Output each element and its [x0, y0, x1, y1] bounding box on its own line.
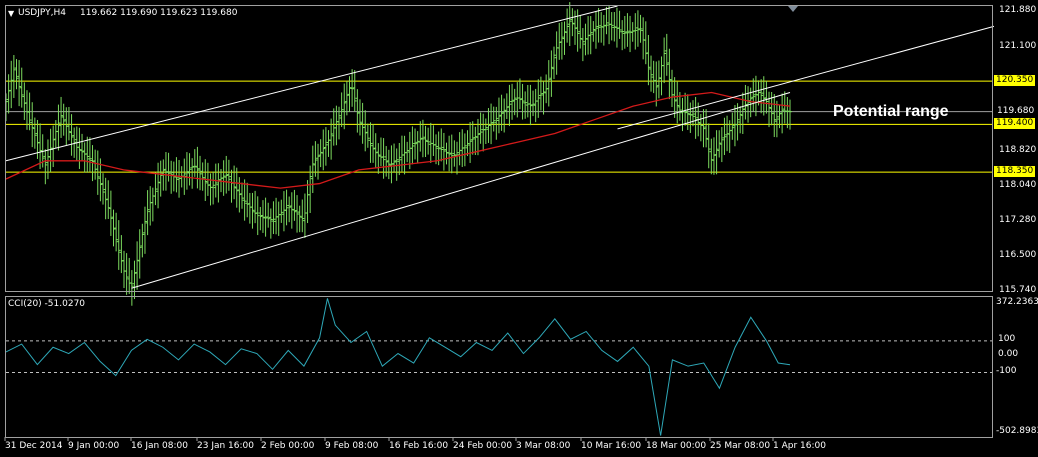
price-tick-label: 115.740 [999, 285, 1037, 295]
level-label: 118.350 [994, 166, 1036, 178]
cci-level-minus100: -100 [996, 366, 1017, 376]
price-tick-label: 118.820 [999, 144, 1037, 155]
symbol-label: USDJPY,H4 [18, 8, 66, 18]
time-tick-label: 3 Mar 08:00 [516, 441, 571, 451]
price-tick-label: 118.040 [999, 180, 1037, 191]
price-tick-label: 116.500 [999, 250, 1037, 261]
cci-max-label: 372.2363 [996, 297, 1038, 307]
level-label: 119.680 [997, 105, 1035, 116]
time-tick-label: 31 Dec 2014 [5, 441, 63, 451]
potential-range-annotation: Potential range [833, 103, 949, 120]
time-tick-label: 24 Feb 00:00 [453, 441, 513, 451]
time-tick-label: 1 Apr 16:00 [773, 441, 826, 451]
cci-level-100: 100 [998, 334, 1016, 344]
chart-window: ▼ USDJPY,H4 119.662 119.690 119.623 119.… [0, 0, 1038, 457]
level-label: 119.400 [994, 118, 1036, 130]
time-tick-label: 25 Mar 08:00 [710, 441, 771, 451]
triangle-down-icon[interactable]: ▼ [8, 8, 14, 19]
price-tick-label: 121.880 [999, 5, 1037, 16]
indicator-pane-border [5, 296, 993, 438]
price-tick-label: 117.280 [999, 214, 1037, 225]
price-pane-border [5, 5, 993, 292]
cci-level-0: 0.00 [998, 349, 1019, 359]
time-tick-label: 9 Feb 08:00 [325, 441, 379, 451]
price-tick-label: 121.100 [999, 40, 1037, 51]
time-tick-label: 18 Mar 00:00 [646, 441, 707, 451]
cci-min-label: -502.8983 [996, 426, 1038, 436]
time-tick-label: 16 Jan 08:00 [131, 441, 188, 451]
price-axis-background [994, 0, 1038, 457]
time-tick-label: 2 Feb 00:00 [261, 441, 315, 451]
ohlc-values: 119.662 119.690 119.623 119.680 [80, 8, 238, 18]
time-tick-label: 9 Jan 00:00 [68, 441, 120, 451]
time-tick-label: 23 Jan 16:00 [197, 441, 254, 451]
time-tick-label: 10 Mar 16:00 [581, 441, 642, 451]
cci-title: CCI(20) -51.0270 [8, 299, 86, 309]
level-label: 120.350 [994, 75, 1036, 87]
time-tick-label: 16 Feb 16:00 [389, 441, 449, 451]
